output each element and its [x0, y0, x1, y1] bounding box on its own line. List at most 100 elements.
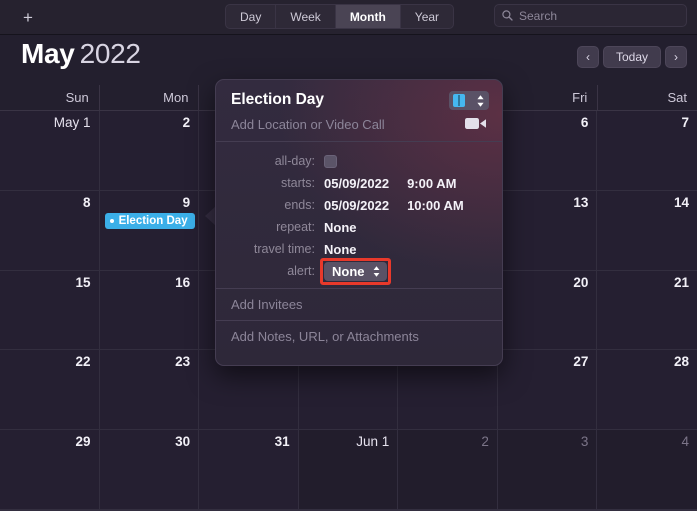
day-cell[interactable]: 2	[99, 111, 200, 191]
ends-time-value[interactable]: 10:00 AM	[407, 198, 464, 213]
add-notes-input[interactable]: Add Notes, URL, or Attachments	[216, 321, 502, 352]
day-number: 2	[182, 115, 191, 130]
day-cell[interactable]: 30	[99, 430, 200, 510]
starts-date-value[interactable]: 05/09/2022	[324, 176, 389, 191]
day-cell[interactable]: 28	[597, 350, 697, 431]
day-cell[interactable]: 31	[199, 430, 299, 510]
day-number: 13	[573, 194, 589, 210]
day-number: 2	[481, 434, 489, 450]
day-number: Jun 1	[356, 434, 390, 450]
tab-day[interactable]: Day	[226, 5, 277, 28]
alert-value: None	[332, 263, 365, 279]
day-number: 21	[673, 274, 689, 290]
weekday-sat: Sat	[667, 90, 688, 105]
day-cell[interactable]: 7	[597, 111, 697, 191]
day-cell[interactable]: 3	[497, 430, 598, 510]
alert-popup-button[interactable]: None	[324, 261, 387, 281]
day-cell[interactable]: 15	[0, 270, 100, 351]
day-number: 8	[83, 194, 91, 210]
calendar-header: May 2022 ‹ Today ›	[0, 34, 697, 85]
chevron-left-icon: ‹	[585, 50, 590, 64]
ends-date-value[interactable]: 05/09/2022	[324, 198, 389, 213]
day-cell[interactable]: 13	[497, 190, 598, 271]
day-number: 16	[175, 274, 191, 290]
calendar-picker[interactable]	[449, 91, 489, 110]
popover-header: Election Day Add Location or Video Call	[216, 80, 502, 141]
title-year: 2022	[79, 38, 141, 69]
allday-checkbox[interactable]	[324, 154, 337, 168]
day-number: 23	[175, 354, 191, 370]
event-dot-icon	[109, 218, 114, 223]
search-placeholder: Search	[519, 8, 558, 23]
day-number: 27	[573, 354, 589, 370]
day-cell[interactable]: 29	[0, 430, 100, 510]
alert-highlight-box: None	[320, 257, 391, 285]
previous-month-button[interactable]: ‹	[576, 46, 599, 68]
event-location-input[interactable]: Add Location or Video Call	[231, 117, 385, 132]
day-number: 31	[274, 434, 290, 450]
travel-time-value[interactable]: None	[324, 242, 357, 257]
event-fields: all-day: starts: 05/09/2022 9:00 AM ends…	[216, 142, 502, 288]
day-number: 30	[175, 434, 191, 450]
day-cell[interactable]: May 1	[0, 111, 100, 191]
day-cell[interactable]: 8	[0, 190, 100, 271]
repeat-value[interactable]: None	[324, 220, 357, 235]
video-call-button[interactable]	[465, 117, 487, 130]
day-cell[interactable]: 14	[597, 190, 697, 271]
page-title: May 2022	[21, 38, 141, 70]
day-cell[interactable]: 16	[99, 270, 200, 351]
field-row-alert: alert: None	[216, 257, 502, 285]
weekday-mon: Mon	[100, 85, 200, 110]
day-cell[interactable]: 27	[497, 350, 598, 431]
add-event-button[interactable]: +	[17, 7, 39, 27]
chevron-right-icon: ›	[674, 50, 678, 64]
day-cell[interactable]: 23	[99, 350, 200, 431]
plus-icon: +	[23, 7, 33, 27]
tab-week[interactable]: Week	[276, 5, 336, 28]
chevron-updown-icon	[372, 265, 381, 278]
calendar-event-chip[interactable]: Election Day	[104, 212, 195, 229]
toolbar: + Day Week Month Year Search	[0, 0, 697, 35]
day-cell[interactable]: 9 Election Day	[99, 190, 200, 271]
weekday-fri: Fri	[499, 85, 599, 110]
day-cell[interactable]: 22	[0, 350, 100, 431]
event-title[interactable]: Election Day	[231, 91, 324, 109]
day-cell[interactable]: 6	[497, 111, 598, 191]
repeat-label: repeat:	[276, 220, 315, 234]
tab-month[interactable]: Month	[335, 5, 401, 28]
day-number: 6	[580, 115, 589, 130]
day-number: 15	[75, 274, 91, 290]
search-field[interactable]: Search	[494, 4, 687, 27]
event-popover: Election Day Add Location or Video Call	[215, 79, 503, 366]
day-number: 20	[573, 274, 589, 290]
next-month-button[interactable]: ›	[665, 46, 687, 68]
field-row-allday: all-day:	[216, 150, 502, 172]
starts-time-value[interactable]: 9:00 AM	[407, 176, 456, 191]
field-row-ends: ends: 05/09/2022 10:00 AM	[216, 194, 502, 216]
travel-time-label: travel time:	[253, 242, 315, 256]
chevron-updown-icon	[476, 94, 485, 108]
day-cell[interactable]: Jun 1	[298, 430, 399, 510]
day-cell[interactable]: 21	[597, 270, 697, 351]
field-row-starts: starts: 05/09/2022 9:00 AM	[216, 172, 502, 194]
search-icon	[502, 10, 513, 21]
day-cell[interactable]: 2	[398, 430, 498, 510]
title-month: May	[21, 38, 75, 69]
day-cell[interactable]: 20	[497, 270, 598, 351]
day-number: 9	[182, 194, 191, 210]
day-number: 28	[673, 354, 689, 370]
field-row-repeat: repeat: None	[216, 216, 502, 238]
field-row-travel-time: travel time: None	[216, 238, 502, 260]
event-chip-label: Election Day	[118, 214, 188, 227]
view-segmented-control[interactable]: Day Week Month Year	[225, 4, 455, 29]
alert-label: alert:	[287, 264, 315, 278]
day-cell[interactable]: 4	[597, 430, 697, 510]
calendar-color-swatch	[453, 94, 465, 107]
day-number: 7	[681, 115, 689, 130]
tab-year[interactable]: Year	[401, 5, 453, 28]
calendar-app: + Day Week Month Year Search May 2022 ‹ T…	[0, 0, 697, 511]
day-number: 14	[673, 194, 689, 210]
starts-label: starts:	[280, 176, 315, 190]
add-invitees-input[interactable]: Add Invitees	[216, 289, 502, 320]
today-button[interactable]: Today	[602, 46, 661, 68]
